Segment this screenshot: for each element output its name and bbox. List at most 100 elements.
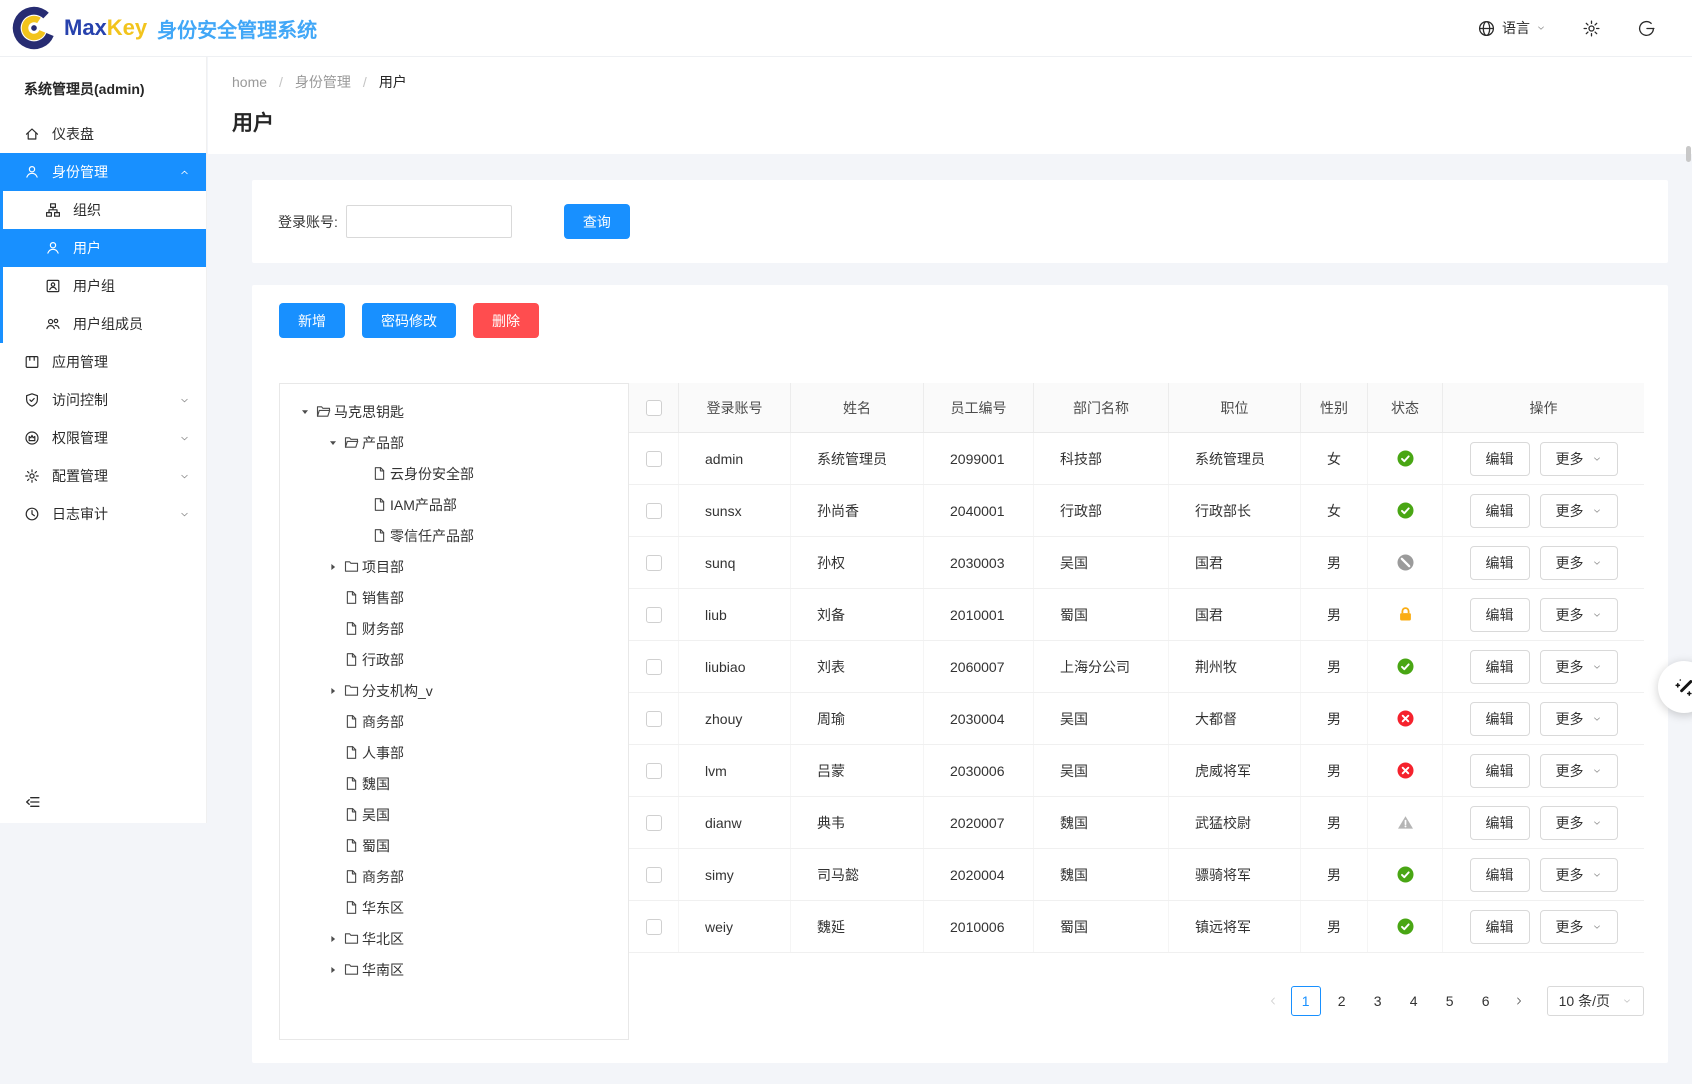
row-checkbox[interactable] — [646, 503, 662, 519]
modify-password-button[interactable]: 密码修改 — [362, 303, 456, 338]
edit-button[interactable]: 编辑 — [1470, 442, 1530, 476]
table-row: weiy魏延2010006蜀国镇远将军男编辑更多 — [629, 901, 1644, 953]
sidebar-item-label: 用户 — [73, 238, 101, 258]
tree-node[interactable]: 财务部 — [284, 613, 624, 644]
row-checkbox[interactable] — [646, 555, 662, 571]
sidebar-item[interactable]: 组织 — [3, 191, 206, 229]
more-button[interactable]: 更多 — [1540, 598, 1618, 632]
edit-button[interactable]: 编辑 — [1470, 494, 1530, 528]
tree-node[interactable]: 商务部 — [284, 706, 624, 737]
page-button[interactable]: 3 — [1363, 986, 1393, 1016]
language-selector[interactable]: 语言 — [1477, 18, 1546, 38]
sidebar-item[interactable]: 用户组成员 — [3, 305, 206, 343]
tree-node[interactable]: 商务部 — [284, 861, 624, 892]
sidebar-item[interactable]: 权限管理 — [0, 419, 206, 457]
more-button[interactable]: 更多 — [1540, 442, 1618, 476]
sidebar-item[interactable]: 访问控制 — [0, 381, 206, 419]
page-size-select[interactable]: 10 条/页 — [1547, 986, 1644, 1016]
page-button[interactable]: 6 — [1471, 986, 1501, 1016]
more-button[interactable]: 更多 — [1540, 858, 1618, 892]
more-button[interactable]: 更多 — [1540, 494, 1618, 528]
cell-name: 孙权 — [791, 537, 924, 588]
tree-node[interactable]: 零信任产品部 — [284, 520, 624, 551]
row-checkbox[interactable] — [646, 919, 662, 935]
tree-node[interactable]: 蜀国 — [284, 830, 624, 861]
tree-node[interactable]: IAM产品部 — [284, 489, 624, 520]
cell-name: 周瑜 — [791, 693, 924, 744]
edit-button[interactable]: 编辑 — [1470, 546, 1530, 580]
page-button[interactable]: 5 — [1435, 986, 1465, 1016]
sidebar-item[interactable]: 用户 — [3, 229, 206, 267]
sidebar-item[interactable]: 配置管理 — [0, 457, 206, 495]
breadcrumb-item[interactable]: 身份管理 — [295, 72, 351, 92]
menu-fold-icon[interactable] — [24, 793, 42, 811]
tree-node[interactable]: 吴国 — [284, 799, 624, 830]
row-checkbox[interactable] — [646, 659, 662, 675]
row-checkbox[interactable] — [646, 711, 662, 727]
sidebar-item-label: 日志审计 — [52, 504, 179, 524]
sidebar-item[interactable]: 用户组 — [3, 267, 206, 305]
tree-node[interactable]: 产品部 — [284, 427, 624, 458]
sidebar-item[interactable]: 仪表盘 — [0, 115, 206, 153]
row-checkbox[interactable] — [646, 607, 662, 623]
prev-page-button[interactable] — [1261, 995, 1285, 1007]
row-checkbox[interactable] — [646, 763, 662, 779]
tree-node[interactable]: 华东区 — [284, 892, 624, 923]
tree-node[interactable]: 华北区 — [284, 923, 624, 954]
tree-node[interactable]: 销售部 — [284, 582, 624, 613]
tree-node[interactable]: 魏国 — [284, 768, 624, 799]
caret-down-icon[interactable] — [296, 407, 314, 417]
more-button[interactable]: 更多 — [1540, 754, 1618, 788]
tree-node[interactable]: 行政部 — [284, 644, 624, 675]
query-button[interactable]: 查询 — [564, 204, 630, 239]
edit-button[interactable]: 编辑 — [1470, 754, 1530, 788]
file-icon — [344, 590, 359, 605]
next-page-button[interactable] — [1507, 995, 1531, 1007]
more-button[interactable]: 更多 — [1540, 910, 1618, 944]
sidebar-item-label: 用户组 — [73, 276, 115, 296]
tree-node[interactable]: 分支机构_v — [284, 675, 624, 706]
caret-right-icon[interactable] — [324, 934, 342, 944]
topbar: MaxKey 身份安全管理系统 语言 — [0, 0, 1692, 57]
chevron-down-icon — [1622, 996, 1632, 1006]
tree-node[interactable]: 项目部 — [284, 551, 624, 582]
table-row: liub刘备2010001蜀国国君男编辑更多 — [629, 589, 1644, 641]
edit-button[interactable]: 编辑 — [1470, 858, 1530, 892]
page-button[interactable]: 1 — [1291, 986, 1321, 1016]
sidebar-item[interactable]: 日志审计 — [0, 495, 206, 533]
edit-button[interactable]: 编辑 — [1470, 806, 1530, 840]
caret-down-icon[interactable] — [324, 438, 342, 448]
sidebar-item[interactable]: 身份管理 — [0, 153, 206, 191]
edit-button[interactable]: 编辑 — [1470, 598, 1530, 632]
tree-node-label: 华东区 — [362, 898, 404, 918]
sidebar-item[interactable]: 应用管理 — [0, 343, 206, 381]
edit-button[interactable]: 编辑 — [1470, 650, 1530, 684]
brand-subtitle: 身份安全管理系统 — [157, 14, 317, 43]
caret-right-icon[interactable] — [324, 686, 342, 696]
breadcrumb-item[interactable]: home — [232, 74, 267, 90]
tree-node[interactable]: 华南区 — [284, 954, 624, 985]
logout-icon[interactable] — [1637, 19, 1656, 38]
row-checkbox[interactable] — [646, 867, 662, 883]
delete-button[interactable]: 删除 — [473, 303, 539, 338]
settings-gear-icon[interactable] — [1582, 19, 1601, 38]
edit-button[interactable]: 编辑 — [1470, 910, 1530, 944]
tree-node[interactable]: 云身份安全部 — [284, 458, 624, 489]
select-all-checkbox[interactable] — [646, 400, 662, 416]
login-account-input[interactable] — [346, 205, 512, 238]
caret-right-icon[interactable] — [324, 965, 342, 975]
tree-node[interactable]: 马克思钥匙 — [284, 396, 624, 427]
tree-node[interactable]: 人事部 — [284, 737, 624, 768]
add-button[interactable]: 新增 — [279, 303, 345, 338]
page-button[interactable]: 2 — [1327, 986, 1357, 1016]
row-checkbox[interactable] — [646, 451, 662, 467]
more-button[interactable]: 更多 — [1540, 806, 1618, 840]
edit-button[interactable]: 编辑 — [1470, 702, 1530, 736]
page-button[interactable]: 4 — [1399, 986, 1429, 1016]
row-checkbox[interactable] — [646, 815, 662, 831]
more-button[interactable]: 更多 — [1540, 702, 1618, 736]
more-button[interactable]: 更多 — [1540, 650, 1618, 684]
scrollbar-thumb[interactable] — [1686, 146, 1691, 162]
more-button[interactable]: 更多 — [1540, 546, 1618, 580]
caret-right-icon[interactable] — [324, 562, 342, 572]
